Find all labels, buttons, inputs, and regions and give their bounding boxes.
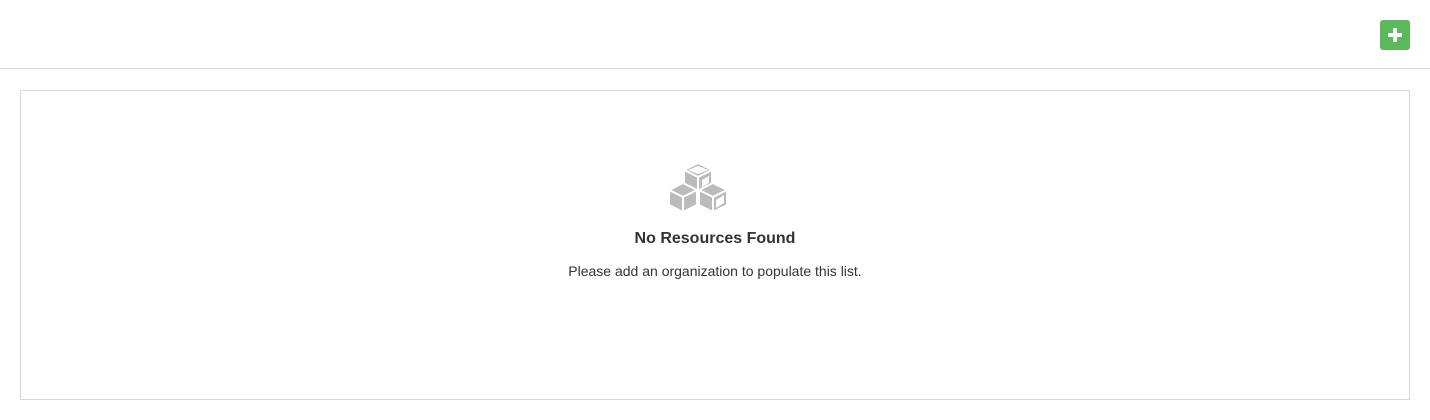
empty-results-panel: No Resources Found Please add an organiz… bbox=[20, 90, 1410, 400]
empty-state-message: Please add an organization to populate t… bbox=[568, 263, 862, 279]
add-button[interactable] bbox=[1380, 20, 1410, 50]
plus-icon bbox=[1388, 28, 1402, 42]
toolbar bbox=[0, 0, 1430, 69]
empty-state-title: No Resources Found bbox=[634, 230, 796, 247]
cubes-icon bbox=[667, 161, 729, 213]
